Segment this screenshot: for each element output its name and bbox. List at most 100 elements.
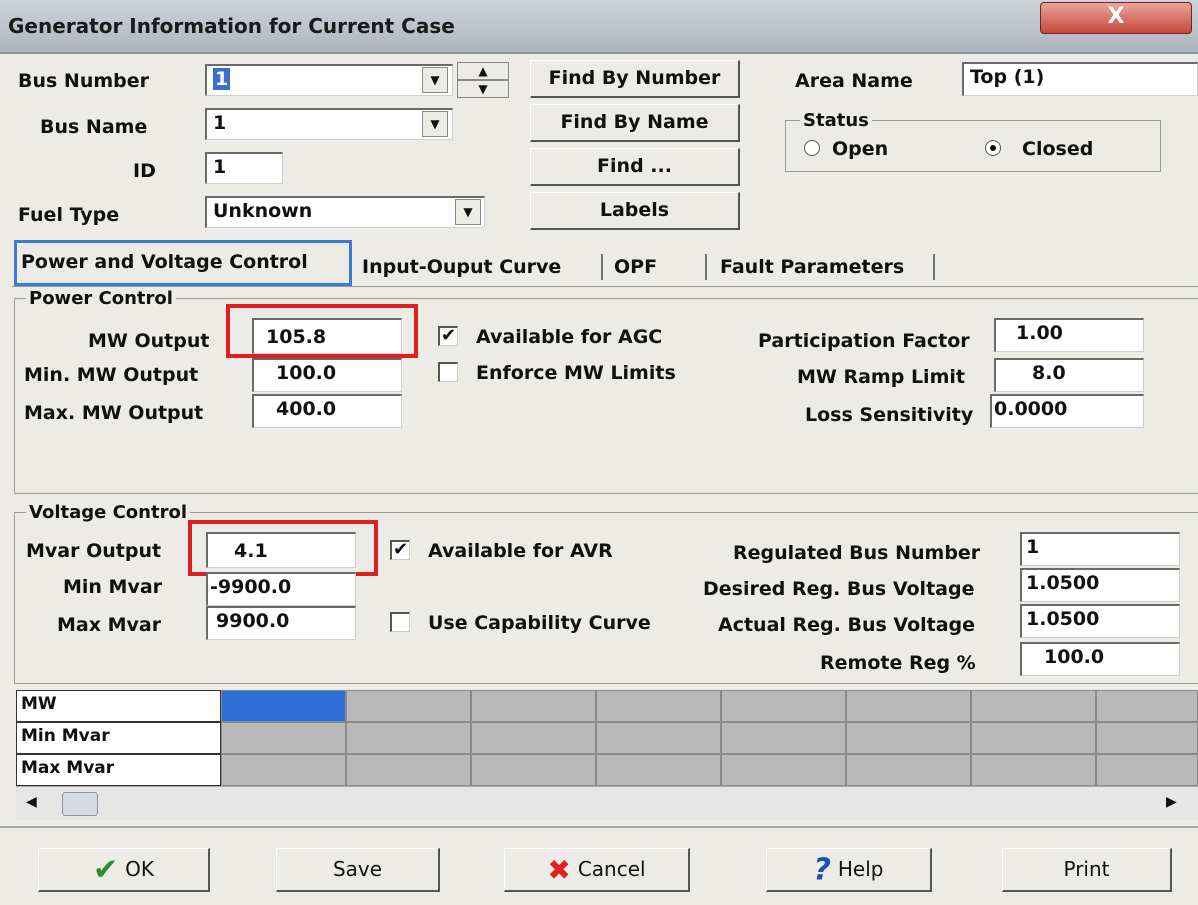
remote-reg-percent-field[interactable]: 100.0: [1020, 642, 1180, 676]
bus-name-label: Bus Name: [40, 116, 148, 138]
grid-cell-selected[interactable]: [221, 690, 346, 722]
mw-ramp-limit-field[interactable]: 8.0: [994, 358, 1144, 392]
bus-number-spinner[interactable]: ▲ ▼: [457, 62, 509, 98]
regulated-bus-number-label: Regulated Bus Number: [733, 542, 981, 564]
grid-cell[interactable]: [471, 722, 596, 754]
max-mw-output-field[interactable]: 400.0: [252, 394, 402, 428]
grid-cell[interactable]: [221, 754, 346, 786]
find-by-number-button[interactable]: Find By Number: [530, 60, 740, 98]
grid-cell[interactable]: [596, 722, 721, 754]
fuel-type-dropdown-icon[interactable]: ▼: [455, 199, 481, 225]
max-mvar-field[interactable]: 9900.0: [206, 606, 356, 640]
bus-name-combo[interactable]: 1: [205, 108, 453, 140]
tab-power-voltage-control[interactable]: Power and Voltage Control: [14, 240, 352, 286]
grid-cell[interactable]: [471, 754, 596, 786]
tab-fault-parameters[interactable]: Fault Parameters: [720, 256, 904, 278]
grid-cell[interactable]: [596, 754, 721, 786]
grid-row-mw: MW: [16, 690, 1198, 722]
fuel-type-select[interactable]: Unknown: [205, 196, 485, 228]
bus-name-dropdown-icon[interactable]: ▼: [422, 111, 448, 137]
grid-cell[interactable]: [971, 722, 1096, 754]
enforce-mw-limits-label: Enforce MW Limits: [476, 362, 676, 384]
loss-sensitivity-label: Loss Sensitivity: [805, 404, 974, 426]
min-mvar-field[interactable]: -9900.0: [206, 572, 356, 606]
max-mvar-label: Max Mvar: [57, 614, 162, 636]
min-mw-output-label: Min. MW Output: [24, 364, 199, 386]
grid-cell[interactable]: [471, 690, 596, 722]
status-closed-radio[interactable]: [985, 140, 1001, 156]
mw-output-label: MW Output: [88, 330, 210, 352]
grid-cell[interactable]: [846, 754, 971, 786]
grid-cell[interactable]: [971, 754, 1096, 786]
grid-cell[interactable]: [346, 722, 471, 754]
grid-cell[interactable]: [721, 690, 846, 722]
area-name-field[interactable]: Top (1): [962, 62, 1198, 96]
min-mvar-label: Min Mvar: [63, 576, 163, 598]
scroll-right-icon[interactable]: ▶: [1166, 794, 1177, 810]
grid-cell[interactable]: [1096, 722, 1198, 754]
avr-label: Available for AVR: [428, 540, 613, 562]
labels-button[interactable]: Labels: [530, 192, 740, 230]
bus-number-dropdown-icon[interactable]: ▼: [422, 67, 448, 93]
grid-row-min-mvar: Min Mvar: [16, 722, 1198, 754]
ok-button[interactable]: ✔ OK: [38, 848, 210, 892]
grid-row-max-mvar: Max Mvar: [16, 754, 1198, 786]
max-mw-output-label: Max. MW Output: [24, 402, 204, 424]
status-closed-label: Closed: [1022, 138, 1094, 160]
grid-cell[interactable]: [1096, 690, 1198, 722]
status-open-radio[interactable]: [804, 140, 820, 156]
ok-label: OK: [125, 857, 154, 881]
grid-cell[interactable]: [721, 754, 846, 786]
fuel-type-label: Fuel Type: [18, 204, 120, 226]
checkmark-icon: ✔: [93, 852, 119, 888]
bus-number-combo[interactable]: 1: [205, 64, 453, 96]
grid-cell[interactable]: [221, 722, 346, 754]
grid-cell[interactable]: [846, 722, 971, 754]
print-button[interactable]: Print: [1002, 848, 1172, 892]
grid-horizontal-scrollbar[interactable]: ◀ ▶: [16, 786, 1198, 820]
actual-reg-bus-voltage-field[interactable]: 1.0500: [1020, 604, 1180, 638]
tab-input-output-curve[interactable]: Input-Ouput Curve: [362, 256, 561, 278]
title-bar: Generator Information for Current Case X: [0, 0, 1198, 54]
grid-cell[interactable]: [1096, 754, 1198, 786]
avr-checkbox[interactable]: ✔: [390, 540, 410, 560]
min-mw-output-field[interactable]: 100.0: [252, 358, 402, 392]
desired-reg-bus-voltage-field[interactable]: 1.0500: [1020, 568, 1180, 602]
desired-reg-bus-voltage-label: Desired Reg. Bus Voltage: [703, 578, 975, 600]
tab-divider: [705, 254, 707, 280]
grid-cell[interactable]: [721, 722, 846, 754]
help-button[interactable]: ? Help: [766, 848, 932, 892]
id-field[interactable]: 1: [205, 152, 283, 184]
grid-cell[interactable]: [596, 690, 721, 722]
generator-info-dialog: Generator Information for Current Case X…: [0, 0, 1198, 905]
scroll-left-icon[interactable]: ◀: [26, 794, 37, 810]
close-icon: X: [1107, 4, 1125, 29]
save-button[interactable]: Save: [276, 848, 440, 892]
help-label: Help: [837, 857, 884, 881]
scroll-thumb[interactable]: [62, 792, 98, 816]
agc-checkbox[interactable]: ✔: [438, 326, 458, 346]
tab-opf[interactable]: OPF: [614, 256, 657, 278]
spin-up-icon[interactable]: ▲: [457, 62, 509, 80]
area-name-label: Area Name: [795, 70, 913, 92]
tab-divider: [601, 254, 603, 280]
spin-down-icon[interactable]: ▼: [457, 80, 509, 98]
loss-sensitivity-field[interactable]: 0.0000: [990, 394, 1144, 428]
grid-cell[interactable]: [846, 690, 971, 722]
grid-row-header: Min Mvar: [16, 722, 221, 754]
status-open-label: Open: [832, 138, 889, 160]
print-label: Print: [1063, 857, 1110, 881]
regulated-bus-number-field[interactable]: 1: [1020, 532, 1180, 566]
cancel-button[interactable]: ✖ Cancel: [504, 848, 690, 892]
find-by-name-button[interactable]: Find By Name: [530, 104, 740, 142]
close-button[interactable]: X: [1040, 2, 1192, 34]
grid-cell[interactable]: [346, 690, 471, 722]
capability-curve-checkbox[interactable]: [390, 612, 410, 632]
actual-reg-bus-voltage-label: Actual Reg. Bus Voltage: [718, 614, 976, 636]
grid-cell[interactable]: [971, 690, 1096, 722]
find-button[interactable]: Find ...: [530, 148, 740, 186]
grid-cell[interactable]: [346, 754, 471, 786]
grid-row-header: Max Mvar: [16, 754, 221, 786]
enforce-mw-limits-checkbox[interactable]: [438, 362, 458, 382]
participation-factor-field[interactable]: 1.00: [994, 318, 1144, 352]
